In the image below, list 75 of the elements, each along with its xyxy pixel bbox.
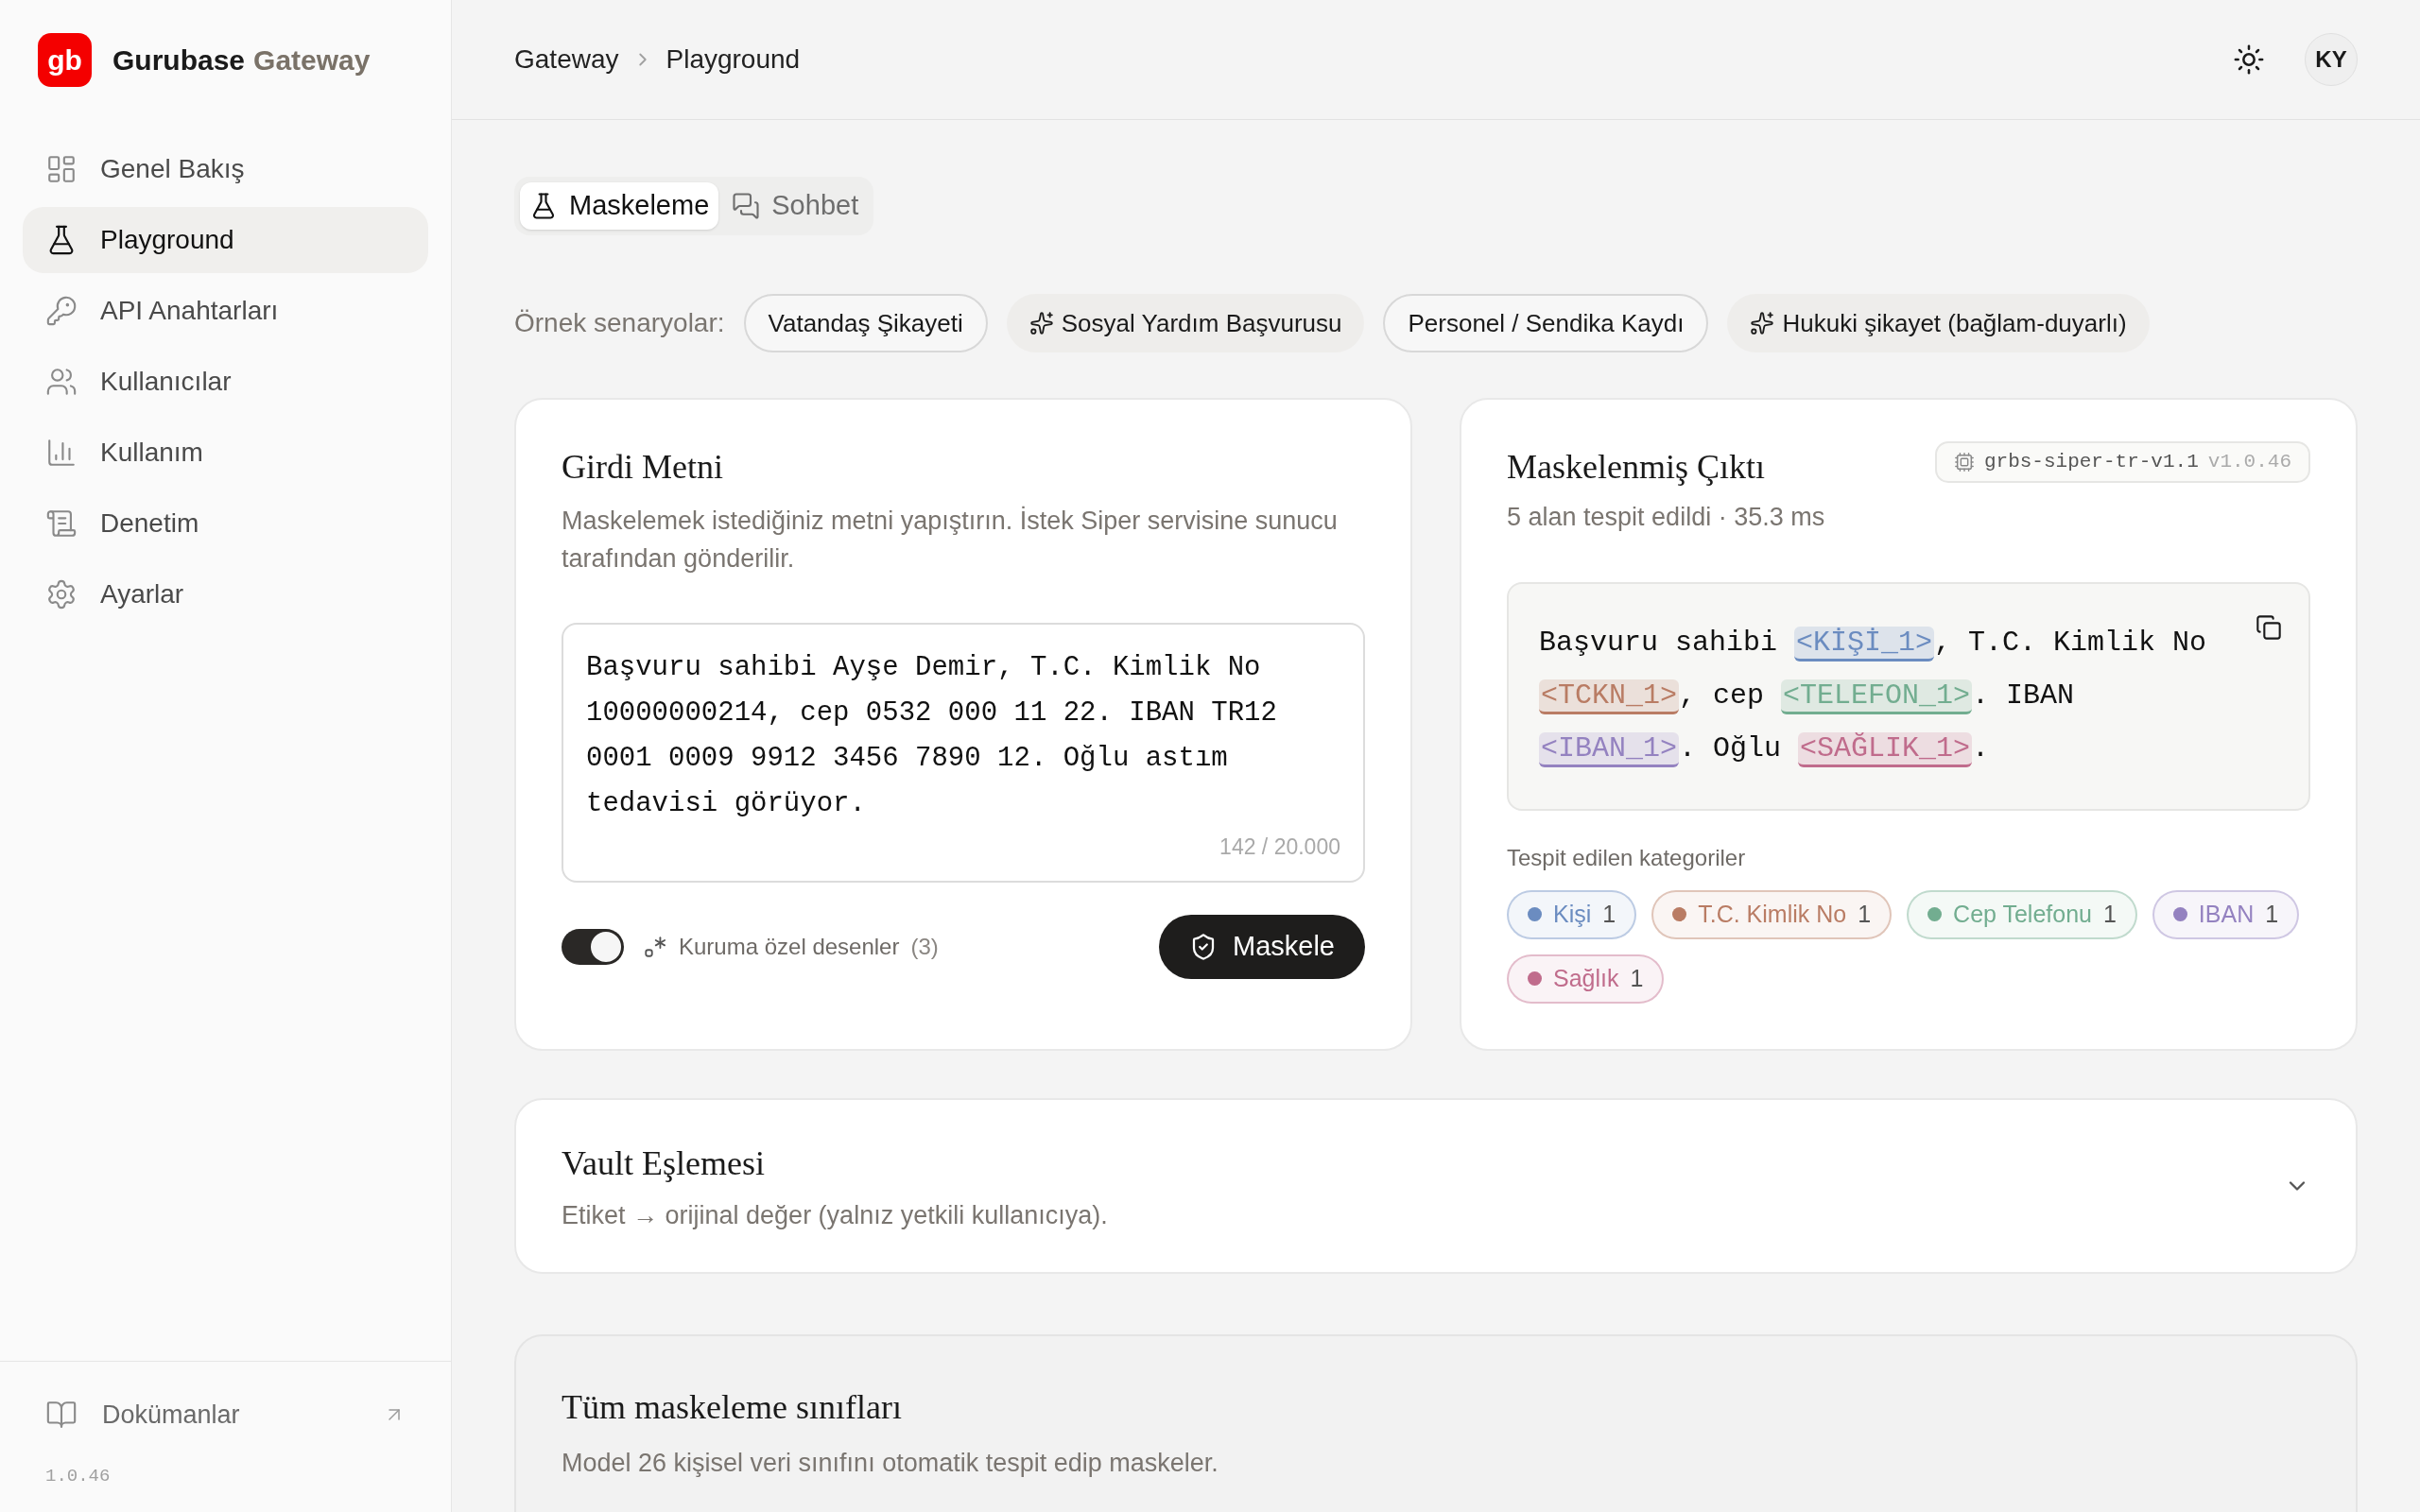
model-name: grbs-siper-tr-v1.1 (1983, 450, 2199, 475)
sidebar-item[interactable]: Kullanım (23, 420, 428, 486)
scroll-icon (45, 507, 78, 540)
input-text: Başvuru sahibi Ayşe Demir, T.C. Kimlik No 10000000214, cep 0532 000 11 22. IBAN TR12 0001 0009 9912 3456 7890 12. Oğlu astım tedavisi görüyor. (586, 651, 1278, 821)
categories-label: Tespit edilen kategoriler (1507, 843, 1747, 872)
dashboard-icon (45, 153, 78, 185)
category-label: Sağlık (1553, 963, 1619, 993)
output-text: . Oğlu (1679, 731, 1783, 765)
scenario-chip[interactable]: Sosyal Yardım Başvurusu (1006, 294, 1365, 352)
sidebar-item[interactable]: Genel Bakış (23, 136, 428, 202)
users-icon (45, 366, 78, 398)
chat-icon (732, 192, 761, 220)
docs-link[interactable]: Dokümanlar (45, 1396, 406, 1435)
category-count: 1 (1858, 899, 1872, 929)
sidebar-item[interactable]: API Anahtarları (23, 278, 428, 344)
tab[interactable]: Sohbet (722, 182, 869, 230)
sun-icon (2233, 43, 2265, 76)
scenario-chip[interactable]: Hukuki şikayet (bağlam-duyarlı) (1727, 294, 2150, 352)
category-label: T.C. Kimlik No (1698, 899, 1847, 929)
detection-stats: 5 alan tespit edildi · 35.3 ms (1507, 502, 1826, 533)
vault-card[interactable]: Vault Eşlemesi Etiket → orijinal değer (yalnız yetkili kullanıcıya). (514, 1097, 2358, 1274)
pattern-count: (3) (910, 932, 939, 961)
version-label: 1.0.46 (45, 1464, 112, 1488)
mask-button[interactable]: Maskele (1159, 914, 1365, 979)
category-count: 1 (2265, 899, 2279, 929)
key-icon (45, 295, 78, 327)
sidebar-item[interactable]: Ayarlar (23, 561, 428, 627)
chip-icon (1953, 452, 1975, 472)
bar-chart-icon (45, 437, 78, 469)
card-title: Vault Eşlemesi (562, 1143, 766, 1184)
sparkle-icon (1028, 311, 1054, 335)
scenarios-label: Örnek senaryolar: (514, 307, 725, 339)
settings-icon (45, 578, 78, 610)
category-label: Cep Telefonu (1953, 899, 2092, 929)
toggle-switch[interactable] (562, 928, 624, 965)
card-description: Maskelemek istediğiniz metni yapıştırın. İstek Siper servisine sunucu tarafından gönderilir. (562, 505, 1339, 575)
output-text: . IBAN (1972, 679, 2076, 712)
tab[interactable]: Maskeleme (520, 182, 719, 230)
brand-name: Gurubase (112, 43, 246, 77)
logo: gb (38, 32, 92, 87)
sparkle-icon (1750, 311, 1775, 335)
output-text: , cep (1679, 679, 1766, 712)
category-count: 1 (1630, 963, 1644, 993)
mask-tag: <TCKN_1> (1539, 679, 1680, 714)
avatar[interactable]: KY (2305, 33, 2358, 86)
brand-suffix: Gateway (253, 43, 371, 77)
breadcrumb-item[interactable]: Gateway (514, 40, 619, 79)
mask-tag: <IBAN_1> (1539, 731, 1680, 767)
card-description: Etiket → orijinal değer (yalnız yetkili kullanıcıya). (562, 1199, 1108, 1231)
output-text: . (1972, 731, 1990, 765)
sidebar-item[interactable]: Playground (23, 207, 428, 273)
category-label: IBAN (2198, 899, 2255, 929)
category-count: 1 (1602, 899, 1616, 929)
sidebar-item[interactable]: Denetim (23, 490, 428, 557)
mask-tag: <KİŞİ_1> (1794, 626, 1935, 662)
mask-tag: <TELEFON_1> (1781, 679, 1973, 714)
character-counter: 142 / 20.000 (1219, 833, 1340, 861)
copy-icon (2256, 613, 2282, 641)
card-description: Model 26 kişisel veri sınıfını otomatik tespit edip maskeler. (562, 1448, 1219, 1479)
card-title: Girdi Metni (562, 447, 724, 488)
toggle-label: Kuruma özel desenler (679, 932, 900, 961)
sidebar-item[interactable]: Kullanıcılar (23, 349, 428, 415)
model-version: v1.0.46 (2207, 450, 2291, 475)
category-count: 1 (2102, 899, 2117, 929)
card-title: Maskelenmiş Çıktı (1507, 447, 1765, 488)
mask-tag: <SAĞLIK_1> (1798, 731, 1973, 767)
scenario-chip[interactable]: Vatandaş Şikayeti (743, 294, 988, 352)
regex-icon (643, 934, 667, 959)
input-text-area[interactable]: Başvuru sahibi Ayşe Demir, T.C. Kimlik No 10000000214, cep 0532 000 11 22. IBAN TR12 0001 0009 9912 3456 7890 12. Oğlu astım tedavisi görüyor. 142 / 20.000 (562, 623, 1365, 883)
breadcrumb-item[interactable]: Playground (666, 40, 801, 79)
output-text: Başvuru sahibi (1539, 626, 1779, 659)
scenario-chip[interactable]: Personel / Sendika Kaydı (1383, 294, 1709, 352)
category-label: Kişi (1553, 899, 1592, 929)
output-text: , T.C. Kimlik No (1934, 626, 2208, 659)
card-title: Tüm maskeleme sınıfları (562, 1387, 903, 1428)
